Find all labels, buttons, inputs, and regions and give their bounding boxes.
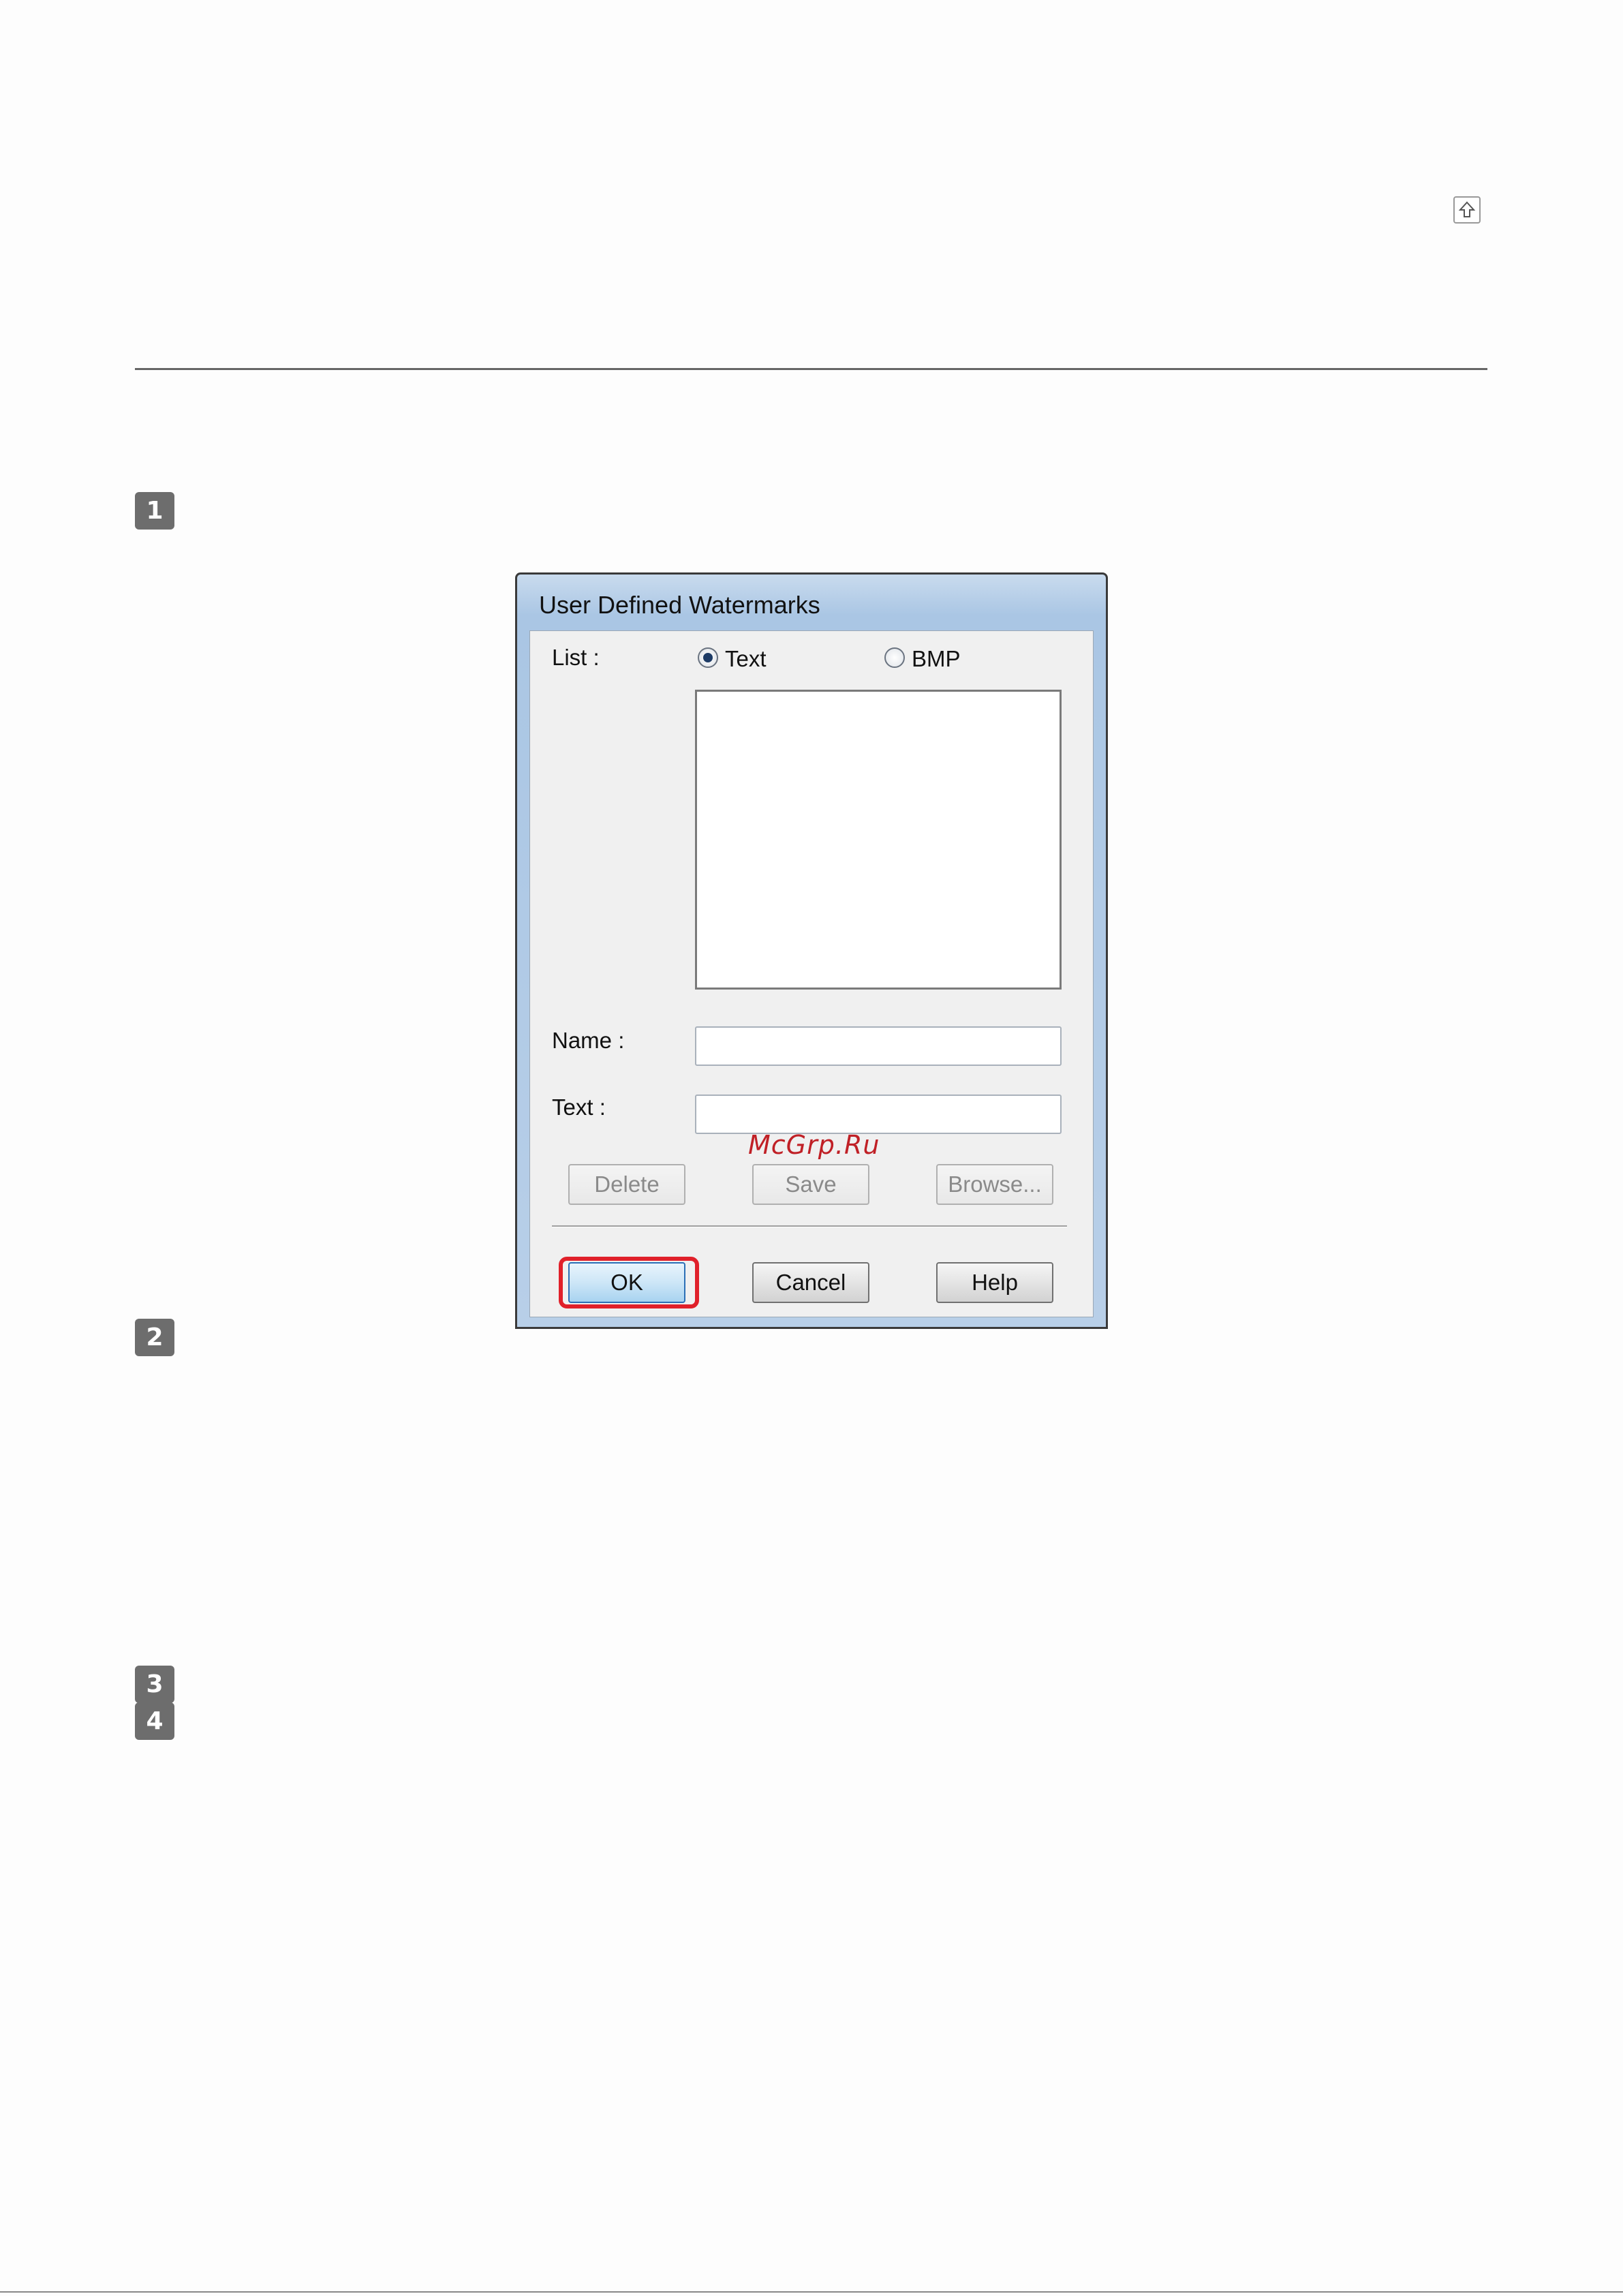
help-button[interactable]: Help [936,1262,1053,1303]
dialog-title: User Defined Watermarks [539,591,820,619]
section-divider [135,368,1487,370]
text-radio-label[interactable]: Text [725,646,767,672]
watermark-listbox[interactable] [695,690,1062,990]
bmp-radio-label[interactable]: BMP [912,646,961,672]
browse-button[interactable]: Browse... [936,1164,1053,1205]
name-label: Name : [552,1028,625,1053]
list-label: List : [552,645,600,670]
step-badge-4: 4 [135,1702,174,1740]
back-to-top-icon[interactable] [1453,196,1481,224]
user-defined-watermarks-dialog: User Defined Watermarks List : Text BMP … [515,572,1108,1329]
text-field[interactable] [695,1095,1062,1134]
site-watermark: McGrp.Ru [748,1130,880,1160]
save-button[interactable]: Save [752,1164,869,1205]
delete-button[interactable]: Delete [568,1164,685,1205]
text-radio[interactable] [698,647,718,668]
ok-button[interactable]: OK [568,1262,685,1303]
dialog-separator [552,1225,1067,1227]
text-label: Text : [552,1095,606,1120]
step-badge-3: 3 [135,1666,174,1703]
cancel-button[interactable]: Cancel [752,1262,869,1303]
dialog-body: List : Text BMP Name : Text : Delete Sav… [529,630,1094,1317]
name-field[interactable] [695,1026,1062,1066]
step-badge-1: 1 [135,492,174,530]
bmp-radio[interactable] [884,647,905,668]
footer-line [0,2291,1623,2293]
radio-selected-dot [703,653,713,662]
step-badge-2: 2 [135,1319,174,1356]
